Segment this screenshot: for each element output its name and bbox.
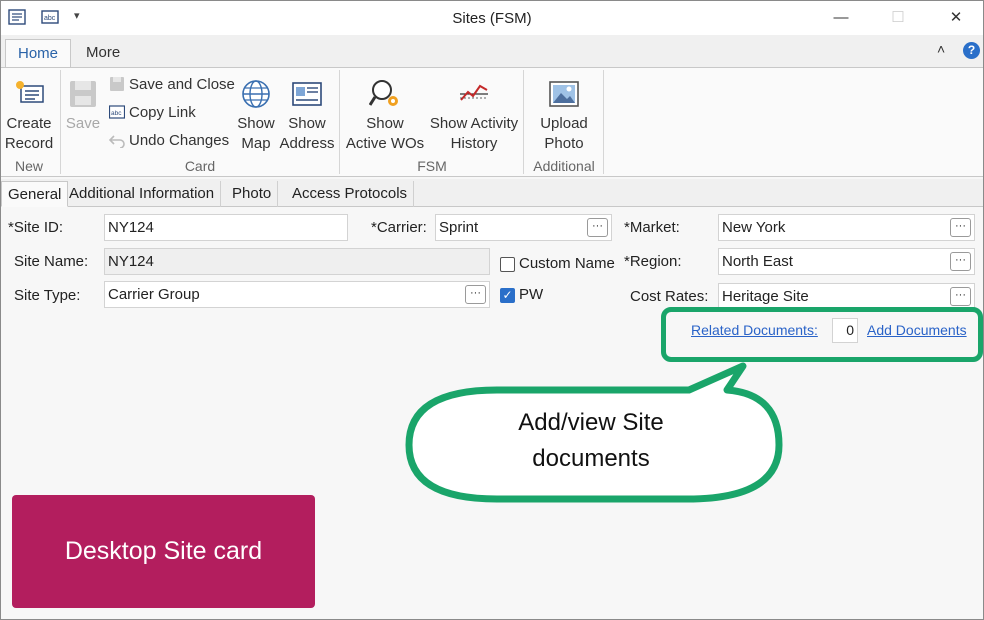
site-type-label: Site Type:: [14, 287, 81, 304]
carrier-label: *Carrier:: [371, 219, 427, 236]
site-name-label: Site Name:: [14, 253, 89, 270]
create-record-label-2: Record: [4, 135, 54, 152]
close-button[interactable]: ✕: [939, 5, 973, 31]
search-gear-icon: [369, 80, 398, 106]
upload-photo-label-2: Photo: [544, 135, 584, 152]
upload-photo-button[interactable]: Upload Photo: [527, 78, 601, 154]
show-address-label-1: Show: [288, 115, 326, 132]
site-name-field: NY124: [104, 248, 490, 275]
region-field[interactable]: North East ···: [718, 248, 975, 275]
collapse-ribbon-icon[interactable]: ˄: [937, 41, 945, 57]
ribbon: Create Record New Save Save and Close ab…: [1, 67, 983, 177]
market-lookup-button[interactable]: ···: [950, 218, 971, 237]
callout-text: Add/view Site documents: [471, 405, 711, 477]
show-active-wos-button[interactable]: Show Active WOs: [344, 78, 426, 154]
custom-name-label: Custom Name: [519, 255, 615, 272]
content-tab-bar: General Additional Information Photo Acc…: [1, 179, 983, 207]
ribbon-tab-home[interactable]: Home: [5, 39, 72, 67]
create-record-label-1: Create: [6, 115, 52, 132]
upload-photo-label-1: Upload: [540, 115, 588, 132]
minimize-button[interactable]: —: [824, 5, 858, 31]
show-active-wos-label-1: Show: [366, 115, 404, 132]
ribbon-tab-bar: Home More ˄ ?: [1, 35, 983, 67]
site-type-lookup-button[interactable]: ···: [465, 285, 486, 304]
pw-checkbox[interactable]: ✓: [500, 288, 515, 303]
group-divider: [603, 70, 604, 174]
show-activity-history-label-2: History: [450, 135, 498, 152]
copy-link-icon: abc: [109, 105, 125, 119]
undo-changes-button[interactable]: Undo Changes: [109, 130, 229, 152]
carrier-value: Sprint: [439, 219, 479, 236]
address-card-icon: [292, 82, 322, 106]
undo-changes-label: Undo Changes: [129, 132, 230, 149]
carrier-lookup-button[interactable]: ···: [587, 218, 608, 237]
undo-icon: [109, 135, 125, 148]
save-and-close-icon: [110, 77, 124, 91]
callout-line-1: Add/view Site: [518, 409, 664, 436]
site-id-label: *Site ID:: [8, 219, 64, 236]
group-label-additional: Additional: [533, 158, 595, 174]
copy-link-button[interactable]: abc Copy Link: [109, 102, 196, 124]
region-value: North East: [722, 253, 793, 270]
save-label: Save: [65, 115, 101, 132]
custom-name-checkbox[interactable]: [500, 257, 515, 272]
region-lookup-button[interactable]: ···: [950, 252, 971, 271]
callout-line-2: documents: [532, 445, 650, 472]
save-and-close-label: Save and Close: [129, 76, 235, 93]
create-record-button[interactable]: Create Record: [4, 78, 54, 154]
site-id-field[interactable]: NY124: [104, 214, 348, 241]
show-activity-history-button[interactable]: Show Activity History: [427, 78, 521, 154]
site-type-value: Carrier Group: [108, 286, 200, 303]
group-label-card: Card: [184, 158, 216, 174]
show-activity-history-label-1: Show Activity: [429, 115, 519, 132]
site-type-field[interactable]: Carrier Group ···: [104, 281, 490, 308]
market-value: New York: [722, 219, 786, 236]
market-field[interactable]: New York ···: [718, 214, 975, 241]
tab-photo[interactable]: Photo: [226, 181, 279, 207]
activity-chart-icon: [460, 84, 488, 101]
cost-rates-field[interactable]: Heritage Site ···: [718, 283, 975, 310]
show-address-button[interactable]: Show Address: [279, 78, 335, 154]
desktop-site-card-badge: Desktop Site card: [12, 495, 315, 608]
pw-label: PW: [519, 286, 544, 303]
group-label-fsm: FSM: [417, 158, 447, 174]
cost-rates-lookup-button[interactable]: ···: [950, 287, 971, 306]
title-bar: abc ▾ Sites (FSM) — ☐ ✕: [1, 1, 983, 35]
tab-additional-information[interactable]: Additional Information: [63, 181, 222, 207]
group-label-new: New: [14, 158, 43, 174]
tab-general[interactable]: General: [1, 181, 69, 207]
create-record-icon: [16, 81, 44, 103]
tab-access-protocols[interactable]: Access Protocols: [286, 181, 415, 207]
ribbon-tab-more[interactable]: More: [74, 39, 132, 67]
show-map-label-2: Map: [241, 135, 271, 152]
group-divider: [339, 70, 340, 174]
group-divider: [60, 70, 61, 174]
svg-text:abc: abc: [111, 110, 122, 117]
help-icon[interactable]: ?: [963, 42, 980, 59]
show-map-button[interactable]: Show Map: [234, 78, 278, 154]
group-divider: [523, 70, 524, 174]
show-active-wos-label-2: Active WOs: [345, 135, 425, 152]
maximize-button[interactable]: ☐: [881, 5, 915, 31]
carrier-field[interactable]: Sprint ···: [435, 214, 612, 241]
show-address-label-2: Address: [279, 135, 335, 152]
save-icon: [70, 81, 96, 107]
related-documents-highlight: [661, 307, 983, 362]
market-label: *Market:: [624, 219, 680, 236]
photo-icon: [549, 81, 579, 107]
cost-rates-value: Heritage Site: [722, 288, 809, 305]
region-label: *Region:: [624, 253, 682, 270]
save-button[interactable]: Save: [63, 78, 103, 134]
globe-icon: [242, 80, 270, 108]
save-and-close-button[interactable]: Save and Close: [109, 74, 235, 96]
copy-link-label: Copy Link: [129, 104, 196, 121]
show-map-label-1: Show: [237, 115, 275, 132]
